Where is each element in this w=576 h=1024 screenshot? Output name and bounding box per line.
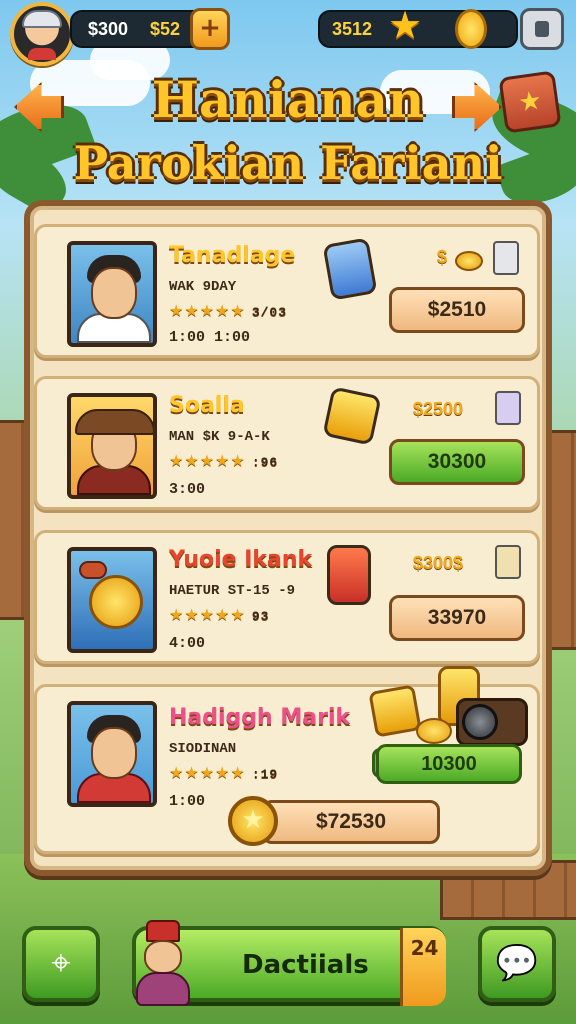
map-button[interactable]: ⌖	[22, 926, 100, 1002]
player-avatar[interactable]	[10, 2, 74, 66]
star-rating: ★★★★★ 93	[169, 605, 270, 624]
merchant-character	[130, 920, 196, 1008]
card-icon	[493, 241, 519, 275]
listing-price: $	[437, 247, 448, 267]
star-rating: ★★★★★ 3/03	[169, 301, 288, 320]
camera-lens-icon	[462, 704, 498, 740]
details-label: Dactiials	[242, 950, 369, 980]
star-icon: ★	[388, 3, 423, 47]
character-portrait	[67, 241, 157, 347]
coins-icon	[416, 718, 452, 744]
purchase-price-button[interactable]: $72530	[262, 800, 440, 844]
listing-subtitle: MAN $K 9-A-K	[169, 429, 270, 445]
shirt-icon	[28, 48, 56, 60]
potion-icon	[322, 237, 378, 301]
card-icon	[495, 545, 521, 579]
coin-icon[interactable]	[455, 9, 487, 49]
coins-icon	[455, 251, 483, 271]
character-portrait	[67, 393, 157, 499]
chat-bubble-icon: 💬	[495, 943, 539, 983]
map-pin-icon: ⌖	[51, 943, 71, 983]
page-subtitle: Parokian Fariani	[73, 136, 503, 190]
listing-name: Tanadlage	[169, 243, 296, 268]
add-currency-button[interactable]: +	[190, 8, 230, 50]
listing-times: 1:00 1:00	[169, 329, 251, 346]
star-rating: ★★★★★ :96	[169, 451, 279, 470]
card-icon	[495, 391, 521, 425]
listing-times: 4:00	[169, 635, 206, 652]
star-rating: ★★★★★ :19	[169, 763, 279, 782]
buy-button[interactable]: 30300	[389, 439, 525, 485]
money-value: $300	[88, 19, 129, 39]
page-title: Hanianan	[151, 70, 425, 129]
secondary-price-button[interactable]: 10300	[376, 744, 522, 784]
item-portrait	[67, 547, 157, 653]
cap-icon	[22, 10, 62, 28]
badge-icon	[322, 386, 382, 446]
listing-subtitle: HAETUR ST-15 -9	[169, 583, 296, 599]
listing-card[interactable]: Tanadlage WAK 9DAY ★★★★★ 3/03 1:00 1:00 …	[34, 224, 540, 358]
listing-card[interactable]: Soalla MAN $K 9-A-K ★★★★★ :96 3:00 $2500…	[34, 376, 540, 510]
listing-price: $300$	[413, 553, 464, 573]
listing-subtitle: WAK 9DAY	[169, 279, 237, 295]
listing-card[interactable]: Yuoie Ikank HAETUR ST-15 -9 ★★★★★ 93 4:0…	[34, 530, 540, 664]
listing-name: Yuoie Ikank	[169, 547, 313, 572]
chat-button[interactable]: 💬	[478, 926, 556, 1002]
listing-name: Hadiggh Marik	[169, 705, 351, 730]
listing-times: 1:00	[169, 793, 206, 810]
character-portrait	[67, 701, 157, 807]
details-badge: 24	[400, 928, 446, 1006]
settings-button[interactable]	[520, 8, 564, 50]
buy-button[interactable]: $2510	[389, 287, 525, 333]
listing-price: $2500	[413, 399, 464, 419]
cash-value: $52	[150, 19, 181, 39]
star-coin-icon: ★	[228, 796, 278, 846]
gems-value: 3512	[332, 19, 373, 39]
buy-button[interactable]: 33970	[389, 595, 525, 641]
listing-times: 3:00	[169, 481, 206, 498]
can-icon	[327, 545, 371, 605]
treasure-icon	[368, 684, 422, 738]
listing-name: Soalla	[169, 393, 245, 418]
listing-subtitle: SIODINAN	[169, 741, 237, 757]
